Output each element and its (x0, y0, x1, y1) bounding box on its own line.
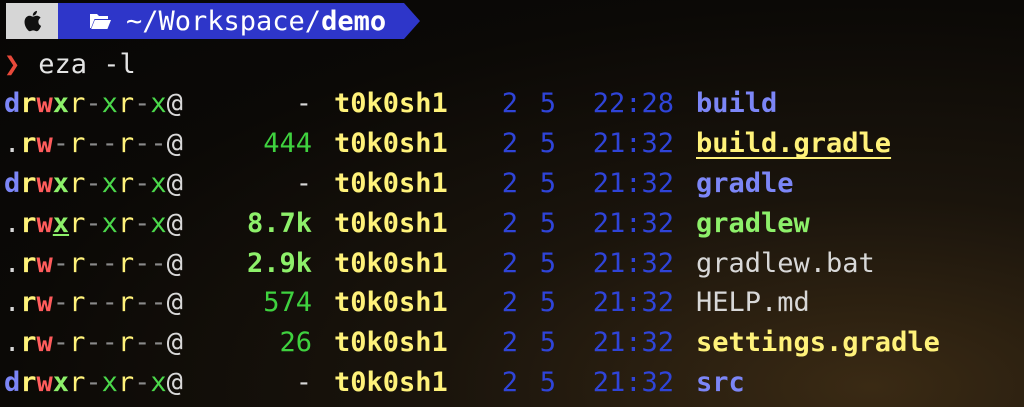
file-name[interactable]: settings.gradle (696, 327, 940, 358)
command-line[interactable]: ❯ eza -l (4, 46, 136, 82)
file-row: .rw-r--r--@ 444 t0k0sh1 2 5 21:32 build.gradle (4, 124, 940, 164)
file-month: 2 (501, 287, 518, 319)
file-name[interactable]: gradlew.bat (696, 248, 875, 279)
file-day: 5 (539, 207, 556, 239)
file-owner: t0k0sh1 (334, 366, 448, 398)
file-owner: t0k0sh1 (334, 167, 448, 199)
prompt-bar: ~/Workspace/demo (6, 3, 421, 39)
file-owner: t0k0sh1 (334, 128, 448, 160)
file-row: drwxr-xr-x@ - t0k0sh1 2 5 22:28 build (4, 84, 940, 124)
file-month: 2 (501, 128, 518, 160)
file-time: 21:32 (592, 287, 674, 319)
file-size: - (295, 366, 312, 398)
file-permissions: drwxr-xr-x@ (4, 167, 183, 199)
file-day: 5 (539, 366, 556, 398)
file-month: 2 (501, 247, 518, 279)
file-day: 5 (539, 327, 556, 359)
file-owner: t0k0sh1 (334, 247, 448, 279)
prompt-chevron-icon: ❯ (4, 48, 21, 80)
path-segment: ~/Workspace/demo (58, 3, 421, 39)
file-size: 8.7k (246, 207, 312, 239)
file-name[interactable]: gradlew (696, 208, 810, 239)
file-owner: t0k0sh1 (334, 327, 448, 359)
file-name[interactable]: build (696, 88, 777, 119)
file-month: 2 (501, 327, 518, 359)
file-time: 21:32 (592, 128, 674, 160)
terminal-window[interactable]: ~/Workspace/demo ❯ eza -l drwxr-xr-x@ - t0… (0, 0, 1024, 407)
file-name[interactable]: src (696, 367, 745, 398)
file-name[interactable]: HELP.md (696, 287, 810, 318)
os-segment (6, 3, 72, 39)
file-name[interactable]: gradle (696, 168, 794, 199)
file-day: 5 (539, 247, 556, 279)
file-row: .rw-r--r--@ 574 t0k0sh1 2 5 21:32 HELP.md (4, 283, 940, 323)
file-time: 21:32 (592, 167, 674, 199)
file-size: 574 (263, 287, 312, 319)
file-size: - (295, 88, 312, 120)
file-permissions: .rw-r--r--@ (4, 128, 183, 160)
file-row: .rwxr-xr-x@ 8.7k t0k0sh1 2 5 21:32 gradlew (4, 203, 940, 243)
file-day: 5 (539, 88, 556, 120)
file-time: 21:32 (592, 327, 674, 359)
file-size: 2.9k (246, 247, 312, 279)
file-listing: drwxr-xr-x@ - t0k0sh1 2 5 22:28 build .rw-r--r-… (4, 84, 940, 402)
file-permissions: drwxr-xr-x@ (4, 366, 183, 398)
file-month: 2 (501, 207, 518, 239)
file-day: 5 (539, 128, 556, 160)
file-size: 444 (263, 128, 312, 160)
file-owner: t0k0sh1 (334, 207, 448, 239)
file-day: 5 (539, 287, 556, 319)
file-month: 2 (501, 167, 518, 199)
file-month: 2 (501, 366, 518, 398)
file-permissions: drwxr-xr-x@ (4, 88, 183, 120)
file-permissions: .rwxr-xr-x@ (4, 207, 183, 239)
file-row: .rw-r--r--@ 2.9k t0k0sh1 2 5 21:32 gradlew.bat (4, 243, 940, 283)
file-time: 21:32 (592, 207, 674, 239)
file-time: 22:28 (592, 88, 674, 120)
apple-icon (24, 10, 42, 32)
file-owner: t0k0sh1 (334, 88, 448, 120)
file-permissions: .rw-r--r--@ (4, 247, 183, 279)
file-permissions: .rw-r--r--@ (4, 327, 183, 359)
current-directory: demo (321, 5, 387, 37)
file-time: 21:32 (592, 366, 674, 398)
file-size: 26 (279, 327, 312, 359)
file-row: drwxr-xr-x@ - t0k0sh1 2 5 21:32 gradle (4, 164, 940, 204)
file-day: 5 (539, 167, 556, 199)
file-size: - (295, 167, 312, 199)
file-time: 21:32 (592, 247, 674, 279)
file-row: .rw-r--r--@ 26 t0k0sh1 2 5 21:32 settings.grad… (4, 323, 940, 363)
file-permissions: .rw-r--r--@ (4, 287, 183, 319)
path-prefix: ~/Workspace/ (126, 5, 322, 37)
file-name[interactable]: build.gradle (696, 128, 891, 159)
command-text: eza -l (38, 48, 136, 80)
folder-open-icon (90, 14, 111, 29)
file-row: drwxr-xr-x@ - t0k0sh1 2 5 21:32 src (4, 363, 940, 403)
file-month: 2 (501, 88, 518, 120)
file-owner: t0k0sh1 (334, 287, 448, 319)
